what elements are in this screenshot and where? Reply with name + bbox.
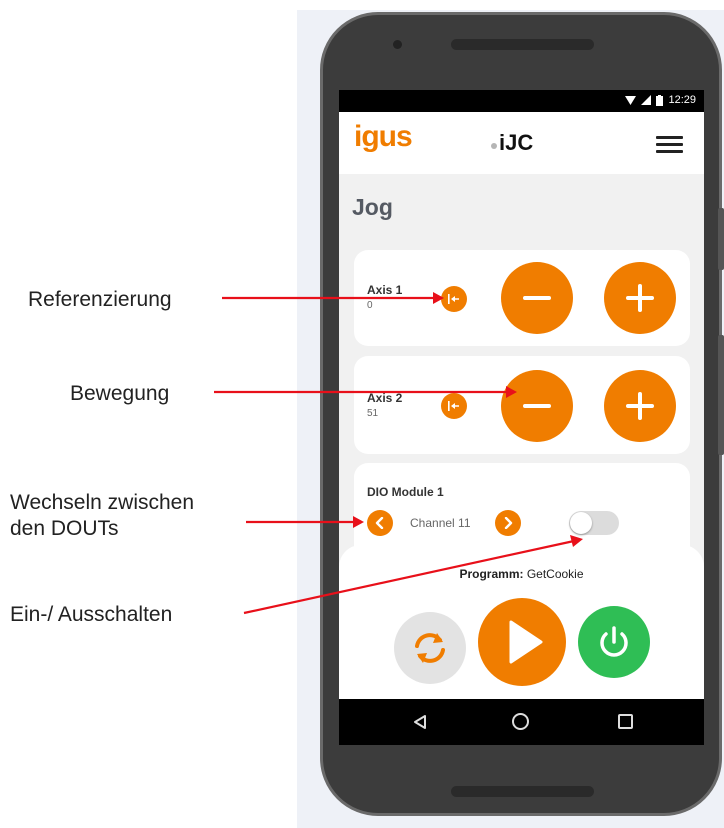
reference-button[interactable] — [441, 393, 467, 419]
jog-minus-button[interactable] — [501, 370, 573, 442]
annotation-wechseln: Wechseln zwischen den DOUTs — [10, 490, 260, 542]
dio-channel-label: Channel 11 — [410, 516, 471, 530]
logo-dot — [491, 143, 497, 149]
annotation-wechseln-line1: Wechseln zwischen — [10, 491, 195, 514]
program-panel: Programm: GetCookie — [339, 545, 704, 700]
power-side-button — [718, 335, 724, 455]
home-reference-icon — [448, 294, 459, 304]
output-toggle[interactable] — [569, 511, 619, 535]
play-button[interactable] — [478, 598, 566, 686]
app-bar: igus iJC — [339, 112, 704, 174]
jog-minus-button[interactable] — [501, 262, 573, 334]
power-button[interactable] — [578, 606, 650, 678]
annotation-wechseln-line2: den DOUTs — [10, 517, 119, 540]
program-name: GetCookie — [526, 567, 584, 581]
play-icon — [509, 620, 543, 664]
front-camera — [393, 40, 402, 49]
annotation-ein-aus: Ein-/ Ausschalten — [10, 603, 173, 626]
toggle-knob — [570, 512, 592, 534]
stage: Referenzierung Bewegung Wechseln zwische… — [0, 0, 724, 828]
chevron-right-icon — [504, 517, 513, 529]
volume-button — [718, 208, 724, 270]
app-name: iJC — [499, 130, 534, 155]
recent-apps-icon[interactable] — [618, 714, 633, 729]
refresh-icon — [415, 633, 445, 663]
battery-icon — [656, 94, 664, 106]
chevron-left-icon — [375, 517, 384, 529]
axis-card: Axis 2 51 — [354, 356, 690, 454]
home-reference-icon — [448, 401, 459, 411]
channel-next-button[interactable] — [495, 510, 521, 536]
axis-name: Axis 1 — [367, 283, 403, 297]
hamburger-menu-icon[interactable] — [656, 136, 683, 154]
axis-name: Axis 2 — [367, 391, 403, 405]
wifi-icon — [625, 95, 637, 105]
page-title: Jog — [352, 194, 393, 220]
dio-module-title: DIO Module 1 — [367, 485, 444, 499]
android-nav-bar — [339, 699, 704, 745]
back-icon[interactable] — [412, 714, 428, 730]
signal-icon — [641, 95, 652, 105]
program-label: Programm: — [459, 567, 524, 581]
program-status: Programm: GetCookie — [339, 567, 704, 581]
igus-logo: igus — [354, 120, 413, 153]
home-icon[interactable] — [512, 713, 529, 730]
reference-button[interactable] — [441, 286, 467, 312]
annotation-bewegung: Bewegung — [70, 382, 170, 405]
bottom-speaker — [451, 786, 594, 797]
axis-card: Axis 1 0 — [354, 250, 690, 346]
jog-plus-button[interactable] — [604, 370, 676, 442]
phone-screen: 12:29 igus iJC Jog Axis 1 0 Axis 2 51 DI… — [339, 90, 704, 745]
power-icon — [600, 626, 628, 657]
axis-position: 0 — [367, 300, 373, 311]
status-time: 12:29 — [668, 94, 696, 106]
reload-button[interactable] — [394, 612, 466, 684]
earpiece-speaker — [451, 39, 594, 50]
annotation-referenzierung: Referenzierung — [28, 288, 172, 311]
channel-prev-button[interactable] — [367, 510, 393, 536]
jog-plus-button[interactable] — [604, 262, 676, 334]
axis-position: 51 — [367, 408, 379, 419]
status-bar: 12:29 — [339, 90, 704, 112]
